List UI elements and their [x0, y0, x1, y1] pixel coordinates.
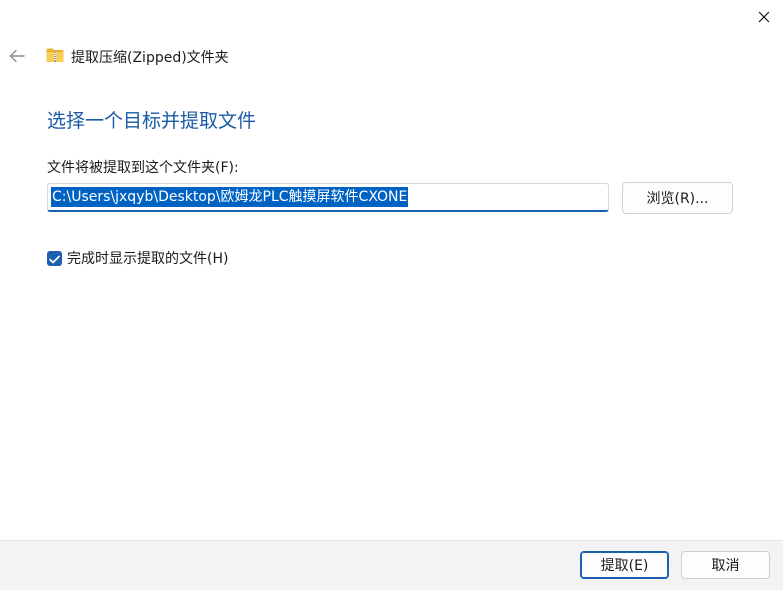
- title-bar: 提取压缩(Zipped)文件夹: [46, 46, 229, 68]
- destination-path-value: C:\Users\jxqyb\Desktop\欧姆龙PLC触摸屏软件CXONE: [51, 187, 409, 207]
- close-icon: [758, 8, 770, 27]
- zip-folder-icon: [46, 47, 64, 67]
- browse-button[interactable]: 浏览(R)...: [622, 182, 733, 214]
- page-heading: 选择一个目标并提取文件: [47, 110, 257, 132]
- back-arrow-icon: [9, 48, 25, 67]
- extract-button[interactable]: 提取(E): [580, 551, 669, 579]
- window-title: 提取压缩(Zipped)文件夹: [71, 50, 229, 66]
- back-button[interactable]: [6, 46, 28, 68]
- dialog-footer: 提取(E) 取消: [0, 540, 783, 590]
- close-button[interactable]: [745, 0, 783, 34]
- show-files-checkbox[interactable]: [47, 249, 62, 268]
- extract-dialog: 提取压缩(Zipped)文件夹 选择一个目标并提取文件 文件将被提取到这个文件夹…: [0, 0, 783, 590]
- check-icon: [49, 249, 60, 268]
- show-files-label: 完成时显示提取的文件(H): [67, 251, 229, 267]
- cancel-button[interactable]: 取消: [681, 551, 770, 579]
- destination-label: 文件将被提取到这个文件夹(F):: [47, 160, 239, 176]
- show-files-option[interactable]: 完成时显示提取的文件(H): [47, 249, 228, 267]
- destination-path-input[interactable]: C:\Users\jxqyb\Desktop\欧姆龙PLC触摸屏软件CXONE: [47, 183, 609, 212]
